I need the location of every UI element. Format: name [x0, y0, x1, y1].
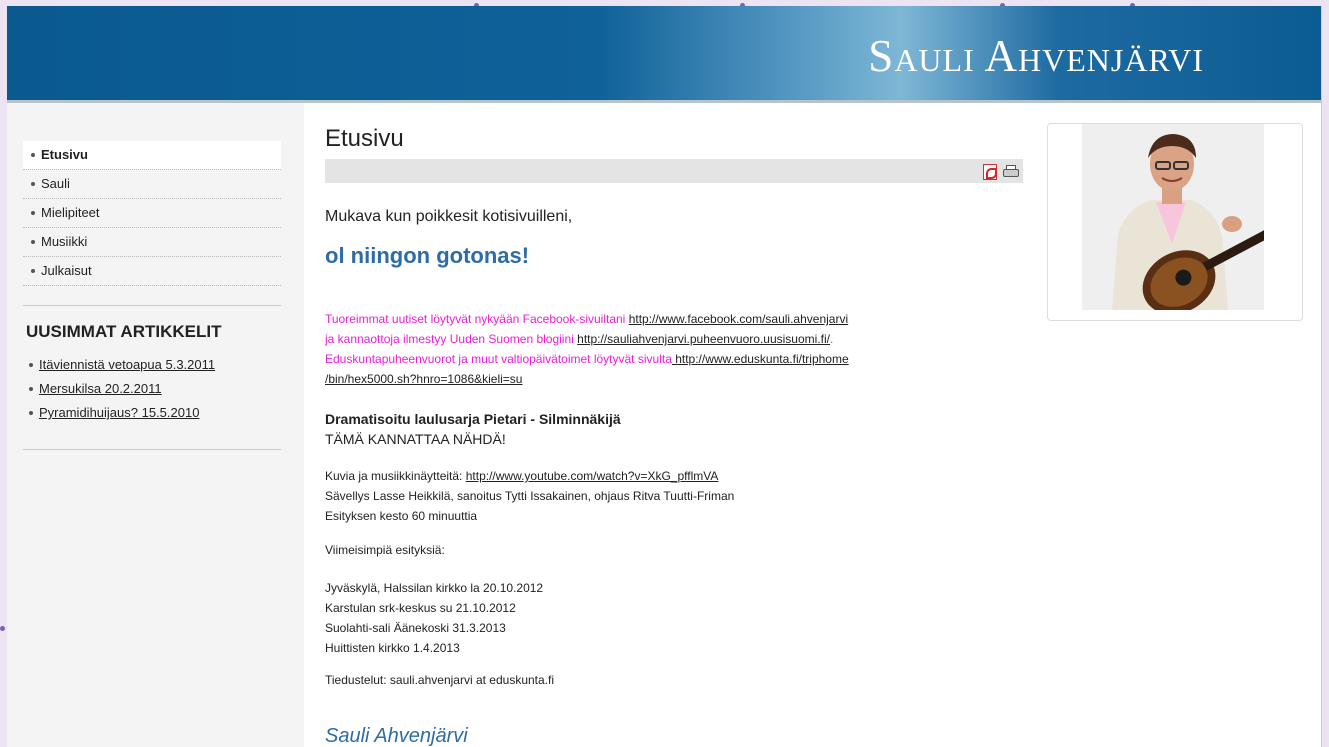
news-text: ja kannaottoja ilmestyy Uuden Suomen blo…	[325, 332, 578, 346]
bullet-icon	[31, 181, 35, 186]
article-link[interactable]: Pyramidihuijaus? 15.5.2010	[39, 405, 199, 420]
slogan: ol niingon gotonas!	[325, 243, 530, 268]
photo-box	[1047, 123, 1303, 321]
page: Sauli Ahvenjärvi Etusivu Sauli Mielipite…	[7, 6, 1322, 747]
articles-list: Itäviennistä vetoapua 5.3.2011 Mersukils…	[29, 353, 215, 425]
bullet-icon	[31, 239, 35, 244]
site-header: Sauli Ahvenjärvi	[7, 6, 1322, 103]
recent-heading: Viimeisimpiä esityksiä:	[325, 543, 445, 557]
articles-heading: UUSIMMAT ARTIKKELIT	[26, 322, 222, 341]
bullet-icon	[31, 268, 35, 273]
performance-item: Huittisten kirkko 1.4.2013	[325, 641, 460, 655]
duration-text: Esityksen kesto 60 minuuttia	[325, 509, 478, 523]
article-link[interactable]: Itäviennistä vetoapua 5.3.2011	[39, 357, 215, 372]
page-border	[1321, 6, 1322, 747]
eduskunta-link-cont[interactable]: /bin/hex5000.sh?hnro=1086&kieli=su	[325, 372, 522, 386]
performance-item: Karstulan srk-keskus su 21.10.2012	[325, 601, 516, 615]
performance-item: Suolahti-sali Äänekoski 31.3.2013	[325, 621, 506, 635]
divider	[23, 305, 281, 306]
article-item: Itäviennistä vetoapua 5.3.2011	[29, 353, 215, 377]
news-text: Tuoreimmat uutiset löytyvät nykyään Face…	[325, 312, 629, 326]
news-text: Eduskuntapuheenvuorot ja muut valtiopäiv…	[325, 352, 672, 366]
drama-subtitle: TÄMÄ KANNATTAA NÄHDÄ!	[325, 431, 506, 447]
credits-text: Sävellys Lasse Heikkilä, sanoitus Tytti …	[325, 489, 735, 503]
article-link[interactable]: Mersukilsa 20.2.2011	[39, 381, 162, 396]
drama-title: Dramatisoitu laulusarja Pietari - Silmin…	[325, 411, 621, 427]
youtube-link[interactable]: http://www.youtube.com/watch?v=XkG_pfflm…	[466, 469, 719, 483]
drama-info: Kuvia ja musiikkinäytteitä: http://www.y…	[325, 466, 734, 526]
contact-text: Tiedustelut: sauli.ahvenjarvi at eduskun…	[325, 673, 555, 687]
nav-item-julkaisut[interactable]: Julkaisut	[23, 257, 281, 286]
bullet-icon	[31, 210, 35, 215]
performance-list: Jyväskylä, Halssilan kirkko la 20.10.201…	[325, 578, 543, 658]
article-toolbar	[325, 159, 1023, 183]
sidebar: Etusivu Sauli Mielipiteet Musiikki Julka…	[7, 103, 304, 747]
news-paragraph: Tuoreimmat uutiset löytyvät nykyään Face…	[325, 309, 1025, 389]
decorative-dot	[0, 626, 5, 631]
nav-item-mielipiteet[interactable]: Mielipiteet	[23, 199, 281, 228]
page-title: Etusivu	[325, 125, 404, 152]
main-nav: Etusivu Sauli Mielipiteet Musiikki Julka…	[23, 141, 281, 286]
bullet-icon	[31, 152, 35, 157]
video-label: Kuvia ja musiikkinäytteitä:	[325, 469, 466, 483]
nav-item-label: Musiikki	[41, 234, 88, 249]
signature: Sauli Ahvenjärvi	[325, 725, 468, 747]
eduskunta-link[interactable]: http://www.eduskunta.fi/triphome	[672, 352, 848, 366]
performance-item: Jyväskylä, Halssilan kirkko la 20.10.201…	[325, 581, 544, 595]
article-item: Pyramidihuijaus? 15.5.2010	[29, 401, 215, 425]
nav-item-label: Julkaisut	[41, 263, 92, 278]
nav-item-musiikki[interactable]: Musiikki	[23, 228, 281, 257]
facebook-link[interactable]: http://www.facebook.com/sauli.ahvenjarvi	[629, 312, 848, 326]
blog-link[interactable]: http://sauliahvenjarvi.puheenvuoro.uusis…	[577, 332, 830, 346]
bullet-icon	[29, 362, 33, 367]
nav-item-sauli[interactable]: Sauli	[23, 170, 281, 199]
nav-item-label: Etusivu	[41, 147, 88, 162]
portrait-photo	[1082, 124, 1264, 310]
intro-text: Mukava kun poikkesit kotisivuilleni,	[325, 208, 573, 225]
nav-item-etusivu[interactable]: Etusivu	[23, 141, 281, 170]
article-item: Mersukilsa 20.2.2011	[29, 377, 215, 401]
pdf-icon[interactable]	[983, 164, 997, 180]
bullet-icon	[29, 410, 33, 415]
site-title[interactable]: Sauli Ahvenjärvi	[868, 30, 1204, 82]
nav-item-label: Mielipiteet	[41, 205, 100, 220]
bullet-icon	[29, 386, 33, 391]
news-text: .	[829, 332, 834, 346]
print-icon[interactable]	[1003, 165, 1019, 177]
nav-item-label: Sauli	[41, 176, 70, 191]
divider	[23, 449, 281, 450]
